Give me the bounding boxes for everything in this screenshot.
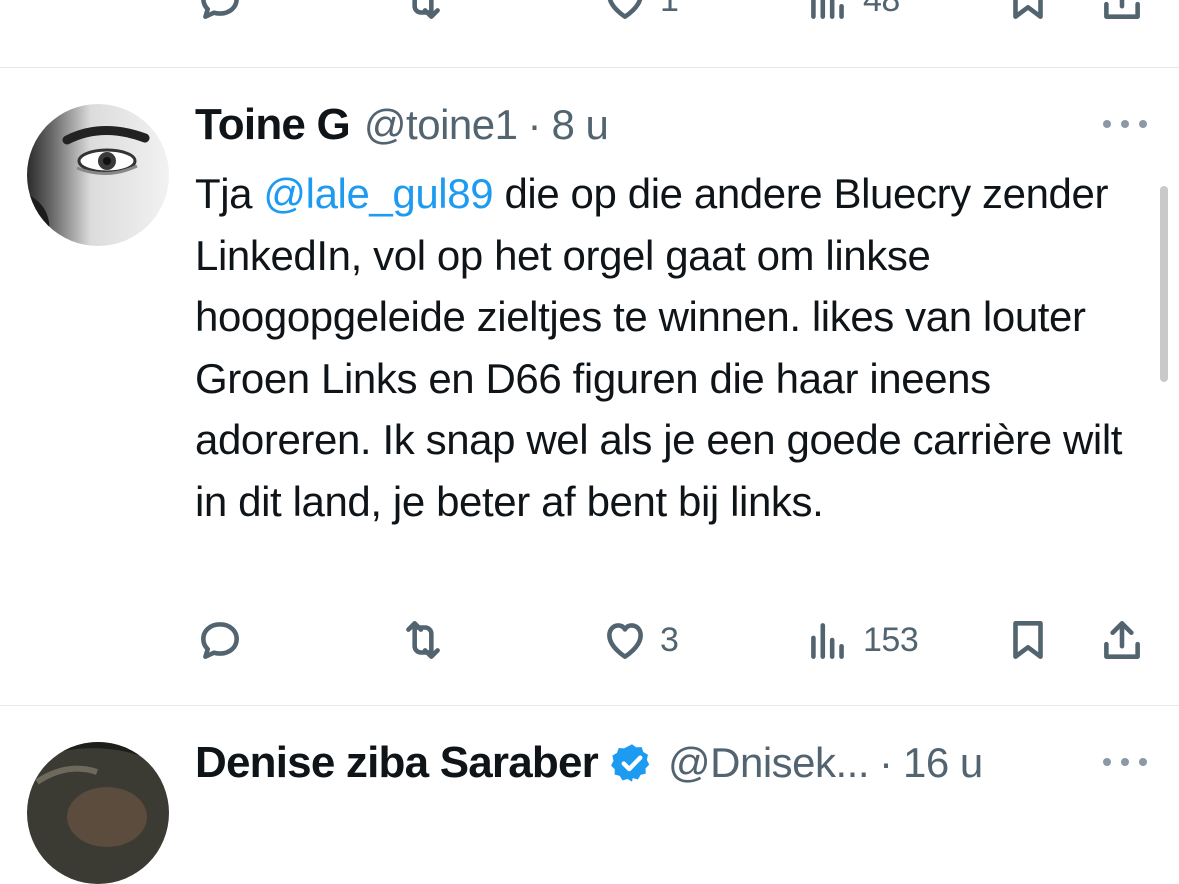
header-separator: · bbox=[879, 739, 894, 786]
more-options-button[interactable] bbox=[1103, 120, 1147, 132]
reply-icon bbox=[201, 0, 239, 19]
verified-icon bbox=[611, 744, 650, 782]
bookmark-icon bbox=[1013, 621, 1043, 659]
like-button[interactable]: 3 bbox=[600, 610, 679, 670]
like-button[interactable]: 1 bbox=[600, 0, 679, 30]
views-button[interactable]: 48 bbox=[803, 0, 900, 30]
user-handle[interactable]: @toine1 bbox=[364, 101, 518, 149]
views-icon bbox=[811, 0, 844, 19]
bookmark-button[interactable] bbox=[1003, 610, 1053, 670]
like-icon bbox=[607, 0, 643, 19]
previous-tweet: 1 48 bbox=[0, 0, 1179, 68]
reply-button[interactable] bbox=[195, 610, 255, 670]
display-name[interactable]: Denise ziba Saraber bbox=[195, 738, 599, 788]
avatar-image bbox=[27, 104, 169, 246]
tweet-header: Toine G @toine1 · 8 u bbox=[195, 100, 609, 150]
avatar-image bbox=[27, 742, 169, 884]
tweet-divider bbox=[0, 705, 1179, 706]
header-separator: · bbox=[527, 101, 542, 148]
views-count: 153 bbox=[863, 620, 919, 659]
reply-button[interactable] bbox=[195, 0, 255, 30]
more-icon bbox=[1103, 120, 1111, 128]
tweet-time[interactable]: 16 u bbox=[903, 739, 983, 787]
views-icon bbox=[811, 623, 844, 659]
tweet-header: Denise ziba Saraber @Dnisek... · 16 u bbox=[195, 738, 983, 788]
tweet-text: Tja @lale_gul89 die op die andere Bluecr… bbox=[195, 163, 1155, 532]
share-button[interactable] bbox=[1097, 610, 1147, 670]
user-handle[interactable]: @Dnisek... bbox=[668, 739, 870, 787]
bookmark-icon bbox=[1013, 0, 1043, 19]
tweet-actions: 3 153 bbox=[195, 610, 1145, 670]
views-count: 48 bbox=[863, 0, 900, 20]
like-count: 3 bbox=[660, 620, 679, 659]
more-icon bbox=[1103, 758, 1111, 766]
retweet-button[interactable] bbox=[398, 0, 458, 30]
views-button[interactable]: 153 bbox=[803, 610, 919, 670]
retweet-icon bbox=[412, 0, 440, 19]
tweet-text-prefix: Tja bbox=[195, 170, 264, 217]
scrollbar[interactable] bbox=[1160, 186, 1168, 382]
like-icon bbox=[607, 623, 643, 659]
tweet-time[interactable]: 8 u bbox=[552, 101, 609, 149]
share-icon bbox=[1104, 0, 1140, 19]
share-button[interactable] bbox=[1097, 0, 1147, 30]
previous-tweet-actions: 1 48 bbox=[195, 0, 1145, 30]
bookmark-button[interactable] bbox=[1003, 0, 1053, 30]
like-count: 1 bbox=[660, 0, 679, 20]
retweet-icon bbox=[406, 621, 440, 659]
tweet-text-suffix: die op die andere Bluecry zender LinkedI… bbox=[195, 170, 1123, 525]
avatar[interactable] bbox=[27, 742, 169, 884]
retweet-button[interactable] bbox=[398, 610, 458, 670]
more-options-button[interactable] bbox=[1103, 758, 1147, 770]
reply-icon bbox=[201, 622, 239, 659]
avatar[interactable] bbox=[27, 104, 169, 246]
tweet-divider bbox=[0, 67, 1179, 68]
display-name[interactable]: Toine G bbox=[195, 100, 351, 150]
share-icon bbox=[1104, 621, 1140, 659]
mention-link[interactable]: @lale_gul89 bbox=[263, 170, 493, 217]
